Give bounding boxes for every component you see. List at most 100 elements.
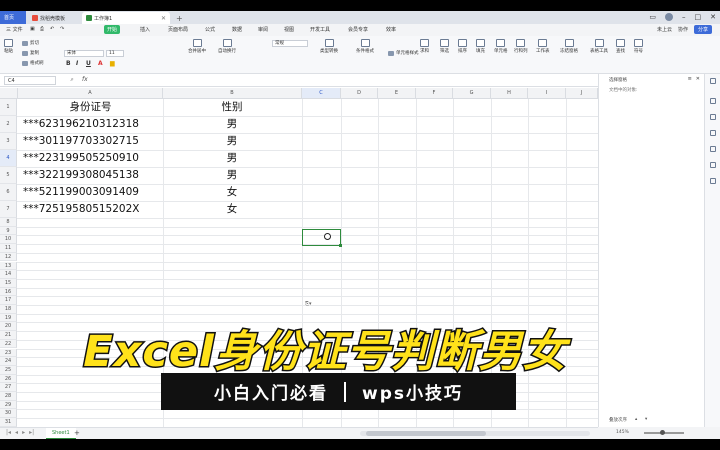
menu-dev-tools[interactable]: 开发工具	[310, 26, 330, 33]
new-tab-button[interactable]: +	[172, 12, 184, 24]
cell-b5[interactable]: 男	[163, 167, 301, 184]
minimize-icon[interactable]: –	[682, 13, 686, 21]
wrap-text-button[interactable]: 自动换行	[218, 39, 236, 54]
sliders-icon[interactable]	[710, 78, 716, 84]
row-header-26[interactable]: 26	[0, 374, 17, 384]
sort-button[interactable]: 排序	[458, 39, 467, 54]
row-header-7[interactable]: 7	[0, 201, 17, 218]
worksheet-button[interactable]: 工作表	[536, 39, 550, 54]
conditional-format-button[interactable]: 条件格式	[356, 39, 374, 54]
close-window-icon[interactable]: ✕	[710, 13, 716, 21]
column-header-f[interactable]: F	[416, 88, 453, 99]
last-sheet-icon[interactable]: ▸|	[29, 429, 34, 436]
font-select[interactable]: 宋体	[64, 50, 104, 57]
column-header-a[interactable]: A	[18, 88, 163, 99]
row-header-12[interactable]: 12	[0, 252, 17, 262]
cut-button[interactable]: 剪切	[22, 40, 39, 46]
row-header-2[interactable]: 2	[0, 116, 17, 133]
row-header-22[interactable]: 22	[0, 339, 17, 349]
cell-button[interactable]: 单元格	[494, 39, 508, 54]
row-header-6[interactable]: 6	[0, 184, 17, 201]
underline-button[interactable]: U	[86, 60, 91, 67]
row-header-28[interactable]: 28	[0, 392, 17, 401]
italic-button[interactable]: I	[76, 60, 78, 67]
formula-input[interactable]	[94, 76, 594, 85]
column-header-c[interactable]: C	[302, 88, 341, 99]
fill-handle[interactable]	[339, 244, 342, 247]
row-header-21[interactable]: 21	[0, 331, 17, 340]
menu-file[interactable]: 三 文件	[6, 26, 23, 33]
column-header-i[interactable]: I	[528, 88, 566, 99]
row-header-16[interactable]: 16	[0, 287, 17, 297]
cursor-select-icon[interactable]	[710, 98, 716, 104]
cell-a5[interactable]: ***322199308045138	[23, 167, 163, 184]
row-header-13[interactable]: 13	[0, 261, 17, 271]
close-tab-icon[interactable]: ✕	[161, 15, 166, 22]
column-header-d[interactable]: D	[341, 88, 378, 99]
row-header-10[interactable]: 10	[0, 235, 17, 245]
row-header-27[interactable]: 27	[0, 383, 17, 392]
row-col-button[interactable]: 行和列	[514, 39, 528, 54]
row-header-20[interactable]: 20	[0, 322, 17, 332]
cell-a1[interactable]: 身份证号	[18, 99, 163, 116]
active-cell-c4[interactable]	[302, 229, 342, 247]
table-tools-button[interactable]: 表格工具	[590, 39, 608, 54]
style-panel-icon[interactable]	[710, 130, 716, 136]
shapes-icon[interactable]	[710, 114, 716, 120]
cell-b6[interactable]: 女	[163, 184, 301, 201]
row-header-18[interactable]: 18	[0, 305, 17, 314]
row-header-9[interactable]: 9	[0, 226, 17, 236]
menu-data[interactable]: 数据	[232, 26, 242, 33]
column-header-g[interactable]: G	[453, 88, 491, 99]
maximize-icon[interactable]: □	[695, 13, 702, 21]
move-up-icon[interactable]: ▴	[635, 417, 637, 422]
column-header-e[interactable]: E	[378, 88, 416, 99]
row-header-4[interactable]: 4	[0, 150, 17, 167]
menu-insert[interactable]: 插入	[140, 26, 150, 33]
cell-a6[interactable]: ***521199003091409	[23, 184, 163, 201]
row-header-24[interactable]: 24	[0, 357, 17, 366]
filter-button[interactable]: 筛选	[440, 39, 449, 54]
cell-b3[interactable]: 男	[163, 133, 301, 150]
row-header-14[interactable]: 14	[0, 270, 17, 279]
row-header-3[interactable]: 3	[0, 133, 17, 150]
menu-view[interactable]: 视图	[284, 26, 294, 33]
row-header-17[interactable]: 17	[0, 296, 17, 305]
cell-b1[interactable]: 性别	[163, 99, 301, 116]
paste-button[interactable]: 粘贴	[4, 39, 13, 54]
merge-center-button[interactable]: 合并居中	[188, 39, 206, 54]
cell-a3[interactable]: ***301197703302715	[23, 133, 163, 150]
panel-close-icon[interactable]: ✕	[696, 76, 700, 82]
sum-button[interactable]: 求和	[420, 39, 429, 54]
row-header-23[interactable]: 23	[0, 348, 17, 358]
menu-member[interactable]: 会员专享	[348, 26, 368, 33]
tab-home[interactable]: 首页	[0, 11, 26, 24]
move-down-icon[interactable]: ▾	[645, 417, 647, 422]
format-painter-button[interactable]: 格式刷	[22, 60, 44, 66]
row-header-1[interactable]: 1	[0, 99, 17, 116]
cell-a2[interactable]: ***623196210312318	[23, 116, 163, 133]
row-header-25[interactable]: 25	[0, 365, 17, 375]
copy-button[interactable]: 复制	[22, 50, 39, 56]
column-header-b[interactable]: B	[163, 88, 302, 99]
find-button[interactable]: 查找	[616, 39, 625, 54]
menu-formula[interactable]: 公式	[205, 26, 215, 33]
symbol-button[interactable]: 符号	[634, 39, 643, 54]
layout-icon[interactable]: ▭	[649, 13, 656, 21]
column-header-j[interactable]: J	[566, 88, 598, 99]
paste-options-icon[interactable]: ⎘▾	[305, 301, 312, 307]
freeze-panes-button[interactable]: 冻结窗格	[560, 39, 578, 54]
select-all-corner[interactable]	[0, 88, 18, 99]
print-icon[interactable]: ⎙	[40, 26, 44, 32]
cloud-upload-button[interactable]: 未上云	[657, 26, 672, 33]
prev-sheet-icon[interactable]: ◂	[15, 429, 18, 436]
property-icon[interactable]	[710, 146, 716, 152]
menu-review[interactable]: 审阅	[258, 26, 268, 33]
fill-color-icon[interactable]: ▆	[110, 60, 115, 67]
share-icon[interactable]	[710, 178, 716, 184]
font-size-select[interactable]: 11	[106, 50, 124, 57]
row-header-15[interactable]: 15	[0, 278, 17, 288]
cell-style-button[interactable]: 单元格样式	[388, 50, 419, 56]
bold-button[interactable]: B	[66, 60, 71, 67]
row-header-8[interactable]: 8	[0, 218, 17, 227]
